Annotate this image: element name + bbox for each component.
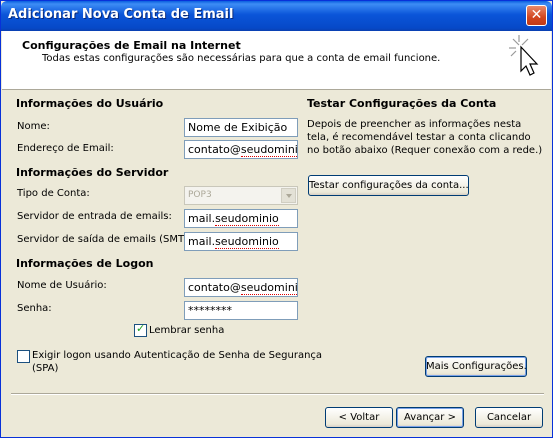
- spa-label-line1[interactable]: Exigir logon usando Autenticação de Senh…: [32, 350, 322, 361]
- name-label: Nome:: [17, 121, 50, 132]
- next-button[interactable]: Avançar >: [396, 407, 464, 428]
- test-account-button[interactable]: Testar configurações da conta...: [308, 175, 469, 196]
- remember-password-label[interactable]: Lembrar senha: [149, 325, 224, 336]
- back-button[interactable]: < Voltar: [325, 407, 393, 428]
- account-type-label: Tipo de Conta:: [17, 188, 90, 199]
- dialog-window: Adicionar Nova Conta de Email ✕ Configur…: [0, 0, 553, 438]
- server-info-section-title: Informações do Servidor: [16, 166, 169, 179]
- header-band: Configurações de Email na Internet Todas…: [2, 31, 551, 90]
- spa-label-line2[interactable]: (SPA): [32, 363, 58, 374]
- remember-password-checkbox[interactable]: [134, 322, 147, 337]
- close-icon: ✕: [530, 7, 543, 23]
- logon-info-section-title: Informações de Logon: [16, 257, 154, 270]
- mouse-pointer-icon: [509, 35, 539, 76]
- incoming-server-label: Servidor de entrada de emails:: [17, 211, 172, 222]
- email-domain: seudominio: [240, 143, 297, 157]
- name-field[interactable]: Nome de Exibição: [184, 118, 298, 137]
- password-value: ********: [188, 304, 232, 317]
- footer-separator: [11, 393, 544, 395]
- more-settings-button[interactable]: Mais Configurações.: [425, 356, 527, 377]
- header-subtitle: Todas estas configurações são necessária…: [42, 53, 441, 64]
- email-field[interactable]: contato@seudominio: [184, 140, 298, 159]
- title-bar[interactable]: Adicionar Nova Conta de Email ✕: [1, 1, 552, 31]
- email-prefix: contato@: [188, 143, 241, 156]
- outgoing-server-label: Servidor de saída de emails (SMTP):: [17, 234, 198, 245]
- incoming-domain: seudominio: [215, 212, 279, 226]
- password-field[interactable]: ********: [184, 301, 298, 320]
- account-type-value: POP3: [188, 190, 212, 200]
- user-info-section-title: Informações do Usuário: [16, 97, 164, 110]
- window-title: Adicionar Nova Conta de Email: [8, 7, 234, 22]
- incoming-server-field[interactable]: mail.seudominio: [184, 209, 298, 228]
- test-settings-section-title: Testar Configurações da Conta: [307, 97, 497, 110]
- username-label: Nome de Usuário:: [17, 280, 107, 291]
- spa-checkbox[interactable]: [17, 350, 30, 363]
- header-title: Configurações de Email na Internet: [22, 39, 241, 52]
- username-field[interactable]: contato@seudominio: [184, 278, 298, 297]
- incoming-prefix: mail.: [188, 212, 216, 225]
- outgoing-server-field[interactable]: mail.seudominio: [184, 232, 298, 251]
- username-prefix: contato@: [188, 281, 241, 294]
- password-label: Senha:: [17, 303, 52, 314]
- email-label: Endereço de Email:: [17, 143, 114, 154]
- test-settings-description: Depois de preencher as informações nesta…: [307, 119, 543, 156]
- cancel-button[interactable]: Cancelar: [475, 407, 543, 428]
- outgoing-domain: seudominio: [215, 235, 279, 249]
- name-value: Nome de Exibição: [188, 121, 288, 134]
- close-button[interactable]: ✕: [526, 5, 547, 26]
- username-domain: seudominio: [240, 281, 297, 295]
- account-type-select: POP3: [184, 186, 298, 205]
- chevron-down-icon: [281, 188, 296, 203]
- outgoing-prefix: mail.: [188, 235, 216, 248]
